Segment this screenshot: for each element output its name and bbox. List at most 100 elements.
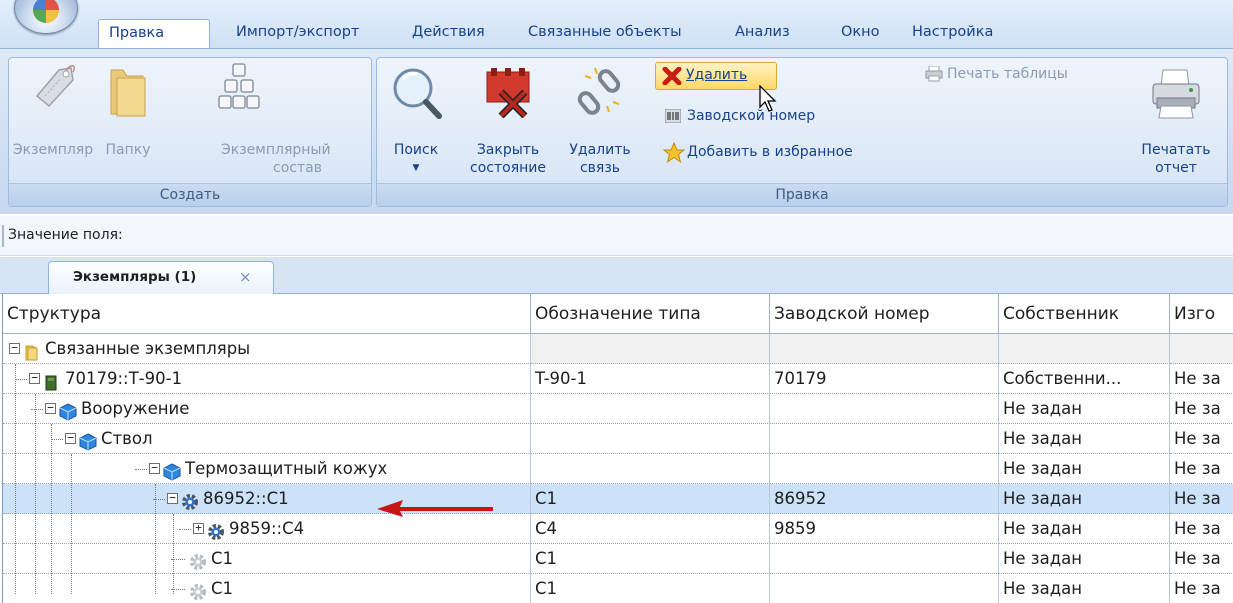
red-arrow-annotation	[377, 500, 493, 517]
tree-guide-line	[71, 454, 72, 594]
cell-serial	[770, 334, 999, 364]
tab-analysis[interactable]: Анализ	[725, 19, 800, 48]
table-row[interactable]: C1 C1 Не задан Не за	[3, 574, 1233, 603]
print-report-label-line1: Печатать	[1141, 142, 1211, 158]
cell-type: C4	[531, 514, 770, 544]
serial-number-label: Заводской номер	[687, 108, 816, 124]
search-button[interactable]: Поиск ▼	[383, 62, 449, 178]
cell-structure: C1	[3, 544, 531, 574]
cell-owner: Не задан	[999, 394, 1170, 424]
table-row[interactable]: − Ствол Не задан Не за	[3, 424, 1233, 454]
delete-link-label-line1: Удалить	[569, 142, 631, 158]
table-row[interactable]: C1 C1 Не задан Не за	[3, 544, 1233, 574]
structure-icon	[218, 63, 260, 109]
instance-button[interactable]: Экземпляр	[13, 62, 93, 178]
collapse-icon[interactable]: −	[65, 432, 76, 444]
table-row[interactable]: − 70179::Т-90-1 T-90-1 70179 Собственни... Не…	[3, 364, 1233, 394]
print-report-label-line2: отчет	[1155, 160, 1197, 176]
cell-owner: Не задан	[999, 544, 1170, 574]
delete-label: Удалить	[686, 67, 748, 83]
print-table-button[interactable]: Печать таблицы	[925, 64, 1105, 88]
collapse-icon[interactable]: −	[29, 372, 40, 384]
field-value-bar: Значение поля:	[0, 216, 1233, 256]
red-x-icon	[662, 67, 682, 85]
collapse-icon[interactable]: −	[167, 492, 178, 504]
instance-composition-button[interactable]: Экземплярный состав	[159, 62, 365, 178]
instance-label: Экземпляр	[12, 142, 94, 158]
tree-guide-line	[155, 484, 156, 594]
cell-owner: Не задан	[999, 454, 1170, 484]
barcode-icon	[665, 109, 681, 123]
star-icon	[663, 142, 685, 164]
column-header-serial[interactable]: Заводской номер	[770, 294, 999, 334]
collapse-icon[interactable]: −	[149, 462, 160, 474]
column-header-manufacturer[interactable]: Изго	[1170, 294, 1233, 334]
tab-related-objects[interactable]: Связанные объекты	[518, 19, 692, 48]
broken-chain-icon	[577, 67, 621, 115]
folder-label: Папку	[105, 142, 151, 158]
group-create: Экземпляр Папку Экземплярный состав Созд…	[8, 57, 372, 207]
collapse-icon[interactable]: −	[9, 342, 20, 354]
table-row[interactable]: − Связанные экземпляры	[3, 334, 1233, 364]
cell-owner: Не задан	[999, 514, 1170, 544]
table-row[interactable]: − Термозащитный кожух Не задан Не за	[3, 454, 1233, 484]
close-tab-icon[interactable]: ×	[239, 268, 252, 286]
column-header-owner[interactable]: Собственник	[999, 294, 1170, 334]
folder-icon	[110, 69, 146, 117]
tab-instances-title: Экземпляры (1)	[73, 269, 197, 285]
ribbon: Экземпляр Папку Экземплярный состав Созд…	[0, 48, 1233, 214]
tree-guide-line	[51, 424, 52, 594]
cell-manufacturer: Не за	[1170, 514, 1233, 544]
tab-window[interactable]: Окно	[831, 19, 890, 48]
instances-grid: Структура Обозначение типа Заводской ном…	[2, 294, 1233, 603]
column-header-type[interactable]: Обозначение типа	[531, 294, 770, 334]
cell-owner: Собственни...	[999, 364, 1170, 394]
field-bar-grip	[2, 225, 4, 247]
close-state-button[interactable]: Закрыть состояние	[463, 62, 553, 178]
gear-icon	[207, 521, 224, 540]
table-row[interactable]: − Вооружение Не задан Не за	[3, 394, 1233, 424]
delete-link-button[interactable]: Удалить связь	[565, 62, 635, 178]
add-to-favorites-button[interactable]: Добавить в избранное	[655, 140, 915, 166]
cell-type: C1	[531, 574, 770, 603]
application-menu-button[interactable]	[14, 0, 78, 34]
delete-link-label-line2: связь	[579, 160, 621, 176]
cell-serial	[770, 454, 999, 484]
tab-import-export[interactable]: Импорт/экспорт	[226, 19, 369, 48]
cell-structure: C1	[3, 574, 531, 603]
folder-button[interactable]: Папку	[97, 62, 159, 178]
table-row[interactable]: − 86952::C1 C1 86952 Не задан Не за	[3, 484, 1233, 514]
table-row[interactable]: +9859::C4 C4 9859 Не задан Не за	[3, 514, 1233, 544]
tree-guide-line	[35, 394, 36, 594]
cell-structure: +9859::C4	[3, 514, 531, 544]
tab-edit[interactable]: Правка	[98, 19, 210, 48]
close-state-label-line1: Закрыть	[476, 142, 540, 158]
cell-manufacturer: Не за	[1170, 454, 1233, 484]
print-table-label: Печать таблицы	[947, 66, 1068, 82]
cell-owner: Не задан	[999, 424, 1170, 454]
cell-type: T-90-1	[531, 364, 770, 394]
print-report-button[interactable]: Печатать отчет	[1133, 62, 1219, 178]
cell-manufacturer: Не за	[1170, 574, 1233, 603]
column-header-structure[interactable]: Структура	[3, 294, 531, 334]
tab-instances[interactable]: Экземпляры (1) ×	[48, 261, 274, 294]
cell-type	[531, 394, 770, 424]
tag-icon	[35, 65, 76, 108]
tank-icon	[43, 371, 59, 391]
gear-icon	[181, 491, 198, 510]
tree-connector	[15, 379, 27, 380]
tree-connector	[51, 439, 63, 440]
search-dropdown-icon[interactable]: ▼	[383, 160, 449, 177]
close-state-label-line2: состояние	[470, 160, 546, 176]
cell-type	[531, 454, 770, 484]
add-to-favorites-label: Добавить в избранное	[687, 144, 853, 160]
tab-actions[interactable]: Действия	[402, 19, 495, 48]
tab-settings[interactable]: Настройка	[902, 19, 1003, 48]
collapse-icon[interactable]: −	[45, 402, 56, 414]
cell-serial: 70179	[770, 364, 999, 394]
expand-icon[interactable]: +	[193, 522, 204, 534]
node-label: 70179::Т-90-1	[65, 369, 183, 388]
group-create-label: Создать	[9, 183, 371, 206]
node-label: 86952::C1	[203, 489, 289, 508]
folder-icon	[23, 341, 39, 361]
